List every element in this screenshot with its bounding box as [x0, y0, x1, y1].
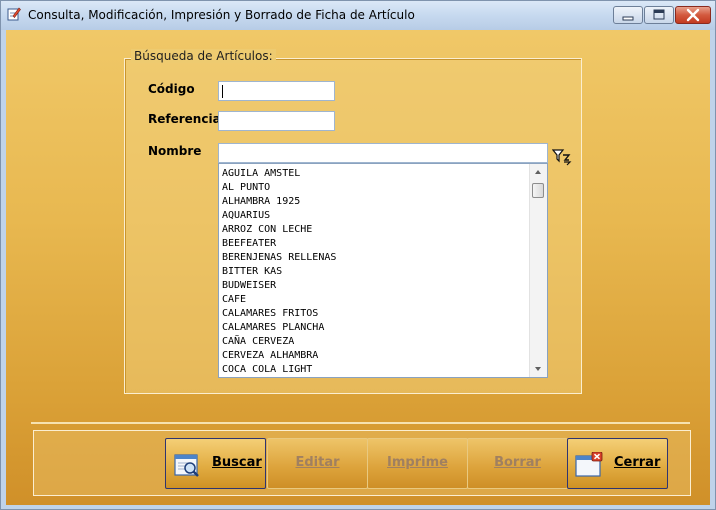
nombre-label: Nombre [148, 144, 202, 158]
separator [31, 422, 690, 424]
maximize-button[interactable] [644, 6, 674, 24]
client-area: Búsqueda de Artículos: Código Referencia… [6, 30, 710, 505]
action-button-panel: Buscar Editar Imprime Borrar Cerrar [33, 430, 691, 496]
window-title: Consulta, Modificación, Impresión y Borr… [28, 8, 415, 22]
list-item[interactable]: AQUARIUS [222, 209, 336, 223]
close-icon [686, 8, 700, 22]
minimize-icon [622, 16, 634, 21]
borrar-button[interactable]: Borrar [467, 438, 568, 489]
list-item[interactable]: CALAMARES FRITOS [222, 307, 336, 321]
scroll-down-icon[interactable] [533, 365, 543, 373]
editar-label: Editar [295, 455, 340, 470]
main-window: Consulta, Modificación, Impresión y Borr… [0, 0, 716, 510]
scroll-up-icon[interactable] [533, 168, 543, 176]
articles-listbox[interactable]: AGUILA AMSTEL AL PUNTO ALHAMBRA 1925 AQUARI… [218, 163, 548, 378]
referencia-input[interactable] [218, 111, 335, 131]
list-item[interactable]: ARROZ CON LECHE [222, 223, 336, 237]
list-item[interactable]: AGUILA AMSTEL [222, 167, 336, 181]
buscar-button[interactable]: Buscar [165, 438, 266, 489]
list-item[interactable]: COCA COLA LIGHT [222, 363, 336, 377]
maximize-icon [653, 9, 665, 20]
codigo-input[interactable] [218, 81, 335, 101]
search-document-icon [174, 454, 199, 477]
list-item[interactable]: BUDWEISER [222, 279, 336, 293]
imprime-button[interactable]: Imprime [367, 438, 468, 489]
buscar-label: Buscar [212, 455, 262, 470]
list-item[interactable]: BEEFEATER [222, 237, 336, 251]
cerrar-label: Cerrar [614, 455, 661, 470]
list-item[interactable]: CAÑA CERVEZA [222, 335, 336, 349]
nombre-input[interactable] [218, 143, 548, 163]
referencia-label: Referencia [148, 112, 221, 126]
list-item[interactable]: BERENJENAS RELLENAS [222, 251, 336, 265]
minimize-button[interactable] [613, 6, 643, 24]
text-caret [222, 85, 223, 98]
editar-button[interactable]: Editar [267, 438, 368, 489]
search-group-label: Búsqueda de Artículos: [131, 49, 276, 63]
list-item[interactable]: CALAMARES PLANCHA [222, 321, 336, 335]
imprime-label: Imprime [387, 455, 448, 470]
list-scrollbar[interactable] [529, 164, 547, 377]
close-window-icon [575, 452, 603, 477]
list-item[interactable]: CERVEZA ALHAMBRA [222, 349, 336, 363]
edit-document-icon [7, 7, 21, 21]
filter-icon[interactable] [552, 148, 572, 166]
articles-list: AGUILA AMSTEL AL PUNTO ALHAMBRA 1925 AQUARI… [222, 167, 336, 377]
scroll-thumb[interactable] [532, 183, 544, 198]
close-window-button[interactable] [675, 6, 711, 24]
cerrar-button[interactable]: Cerrar [567, 438, 668, 489]
list-item[interactable]: AL PUNTO [222, 181, 336, 195]
borrar-label: Borrar [494, 455, 541, 470]
list-item[interactable]: CAFE [222, 293, 336, 307]
list-item[interactable]: BITTER KAS [222, 265, 336, 279]
title-bar[interactable]: Consulta, Modificación, Impresión y Borr… [1, 1, 715, 30]
codigo-label: Código [148, 82, 195, 96]
list-item[interactable]: ALHAMBRA 1925 [222, 195, 336, 209]
